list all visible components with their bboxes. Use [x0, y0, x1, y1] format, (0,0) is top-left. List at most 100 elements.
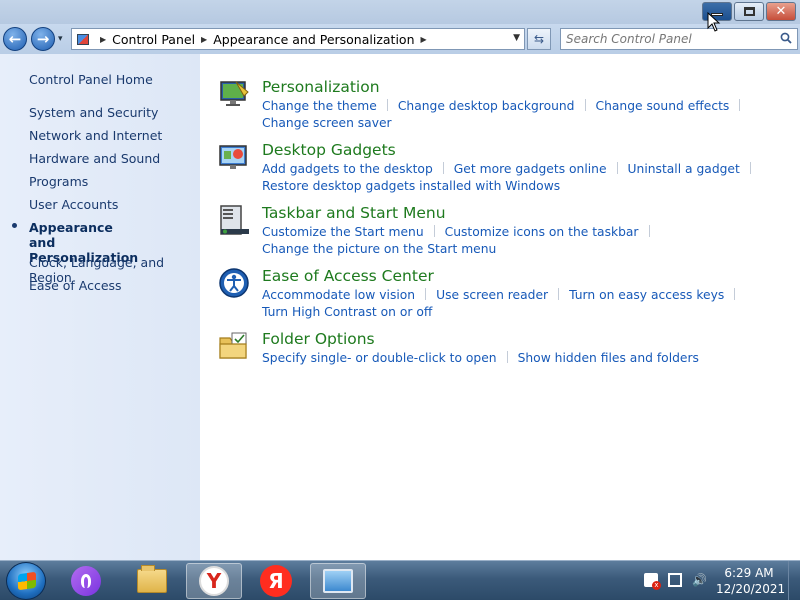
- link-uninstall-gadget[interactable]: Uninstall a gadget: [628, 162, 740, 176]
- section-links-taskbar-start-menu: Customize the Start menu Customize icons …: [262, 224, 782, 258]
- maximize-button[interactable]: [734, 2, 764, 21]
- breadcrumb-appearance[interactable]: Appearance and Personalization: [213, 32, 414, 47]
- link-separator: [386, 99, 388, 111]
- sidebar-item-hardware-sound[interactable]: Hardware and Sound: [29, 151, 194, 166]
- forward-button[interactable]: →: [31, 27, 55, 51]
- link-use-screen-reader[interactable]: Use screen reader: [436, 288, 548, 302]
- link-separator: [648, 225, 650, 237]
- link-get-more-gadgets[interactable]: Get more gadgets online: [454, 162, 607, 176]
- link-customize-taskbar-icons[interactable]: Customize icons on the taskbar: [445, 225, 639, 239]
- clock[interactable]: 6:29 AM 12/20/2021: [716, 565, 786, 597]
- link-separator: [442, 162, 444, 174]
- clock-date: 12/20/2021: [716, 582, 786, 596]
- refresh-button[interactable]: ⇆: [527, 28, 551, 50]
- mouse-cursor-icon: [707, 12, 721, 32]
- taskbar-app-yandex[interactable]: Я: [248, 563, 304, 599]
- link-change-start-menu-picture[interactable]: Change the picture on the Start menu: [262, 242, 496, 256]
- folder-icon: [137, 565, 167, 593]
- link-separator: [616, 162, 618, 174]
- link-easy-access-keys[interactable]: Turn on easy access keys: [569, 288, 724, 302]
- clock-time: 6:29 AM: [724, 566, 774, 580]
- sidebar: Control Panel Home System and Security N…: [0, 54, 200, 560]
- section-title-ease-of-access-center[interactable]: Ease of Access Center: [262, 267, 434, 285]
- sidebar-item-system-security[interactable]: System and Security: [29, 105, 194, 120]
- active-item-bullet-icon: [12, 223, 17, 228]
- section-links-desktop-gadgets: Add gadgets to the desktop Get more gadge…: [262, 161, 782, 195]
- sidebar-control-panel-home[interactable]: Control Panel Home: [29, 72, 153, 87]
- link-separator: [749, 162, 751, 174]
- link-high-contrast[interactable]: Turn High Contrast on or off: [262, 305, 432, 319]
- search-icon[interactable]: [780, 32, 792, 44]
- section-title-desktop-gadgets[interactable]: Desktop Gadgets: [262, 141, 396, 159]
- forward-arrow-icon: →: [36, 30, 50, 48]
- link-single-double-click[interactable]: Specify single- or double-click to open: [262, 351, 497, 365]
- section-title-folder-options[interactable]: Folder Options: [262, 330, 375, 348]
- taskbar-app-yandex-browser[interactable]: Y: [186, 563, 242, 599]
- link-accommodate-low-vision[interactable]: Accommodate low vision: [262, 288, 415, 302]
- recent-pages-dropdown[interactable]: ▾: [58, 34, 63, 44]
- taskbar-app-alice[interactable]: [58, 563, 114, 599]
- link-change-screen-saver[interactable]: Change screen saver: [262, 116, 392, 130]
- close-icon: ✕: [775, 4, 787, 19]
- main-content: Personalization Change the theme Change d…: [200, 54, 800, 560]
- control-panel-icon: [323, 569, 353, 593]
- folder-options-icon[interactable]: [218, 330, 250, 362]
- taskbar-app-control-panel[interactable]: [310, 563, 366, 599]
- search-box[interactable]: [560, 28, 798, 50]
- sidebar-item-network-internet[interactable]: Network and Internet: [29, 128, 194, 143]
- link-separator: [734, 288, 736, 300]
- search-input[interactable]: [566, 32, 771, 46]
- sidebar-item-programs[interactable]: Programs: [29, 174, 194, 189]
- maximize-icon: [743, 7, 755, 16]
- close-button[interactable]: ✕: [766, 2, 796, 21]
- taskbar: Y Я x 🔊 6:29 AM 12/20/2021: [0, 560, 800, 600]
- link-separator: [425, 288, 427, 300]
- link-change-sound-effects[interactable]: Change sound effects: [596, 99, 730, 113]
- address-bar[interactable]: ▶ Control Panel ▶ Appearance and Persona…: [71, 28, 525, 50]
- alice-assistant-icon: [71, 566, 101, 596]
- taskbar-app-explorer[interactable]: [124, 563, 180, 599]
- volume-icon[interactable]: 🔊: [692, 573, 707, 587]
- link-separator: [739, 99, 741, 111]
- navigation-bar: ← → ▾ ▶ Control Panel ▶ Appearance and P…: [0, 24, 800, 54]
- section-links-personalization: Change the theme Change desktop backgroun…: [262, 98, 782, 132]
- gadgets-icon[interactable]: [218, 141, 250, 173]
- back-arrow-icon: ←: [8, 30, 22, 48]
- link-restore-gadgets[interactable]: Restore desktop gadgets installed with W…: [262, 179, 560, 193]
- section-title-personalization[interactable]: Personalization: [262, 78, 380, 96]
- action-center-flag-icon[interactable]: x: [644, 573, 661, 590]
- section-title-taskbar-start-menu[interactable]: Taskbar and Start Menu: [262, 204, 446, 222]
- title-bar: ✕: [0, 0, 800, 24]
- link-separator: [506, 351, 508, 363]
- yandex-icon: Я: [260, 565, 292, 597]
- system-tray: x 🔊 6:29 AM 12/20/2021: [640, 561, 800, 600]
- back-button[interactable]: ←: [3, 27, 27, 51]
- link-separator: [433, 225, 435, 237]
- tray-flag-error-badge: x: [652, 581, 661, 590]
- start-button[interactable]: [6, 562, 46, 600]
- link-change-theme[interactable]: Change the theme: [262, 99, 377, 113]
- link-separator: [558, 288, 560, 300]
- section-links-folder-options: Specify single- or double-click to open S…: [262, 350, 782, 367]
- control-panel-icon: [72, 29, 94, 49]
- breadcrumb-separator-icon[interactable]: ▶: [100, 35, 106, 44]
- link-show-hidden-files[interactable]: Show hidden files and folders: [518, 351, 699, 365]
- link-customize-start-menu[interactable]: Customize the Start menu: [262, 225, 424, 239]
- windows-logo-icon: [18, 571, 36, 591]
- link-change-desktop-background[interactable]: Change desktop background: [398, 99, 575, 113]
- taskbar-icon[interactable]: [218, 204, 250, 236]
- section-links-ease-of-access-center: Accommodate low vision Use screen reader T…: [262, 287, 782, 321]
- address-dropdown-icon[interactable]: ▼: [513, 33, 520, 43]
- personalization-icon[interactable]: [218, 78, 250, 110]
- breadcrumb-control-panel[interactable]: Control Panel: [112, 32, 195, 47]
- network-icon[interactable]: [668, 573, 682, 587]
- link-add-gadgets[interactable]: Add gadgets to the desktop: [262, 162, 433, 176]
- breadcrumb-separator-icon[interactable]: ▶: [201, 35, 207, 44]
- yandex-browser-icon: Y: [199, 566, 229, 596]
- breadcrumb-separator-icon[interactable]: ▶: [421, 35, 427, 44]
- refresh-icon: ⇆: [533, 32, 545, 46]
- sidebar-item-user-accounts[interactable]: User Accounts: [29, 197, 194, 212]
- show-desktop-button[interactable]: [788, 561, 800, 600]
- ease-of-access-icon[interactable]: [218, 267, 250, 299]
- sidebar-item-ease-of-access[interactable]: Ease of Access: [29, 278, 194, 293]
